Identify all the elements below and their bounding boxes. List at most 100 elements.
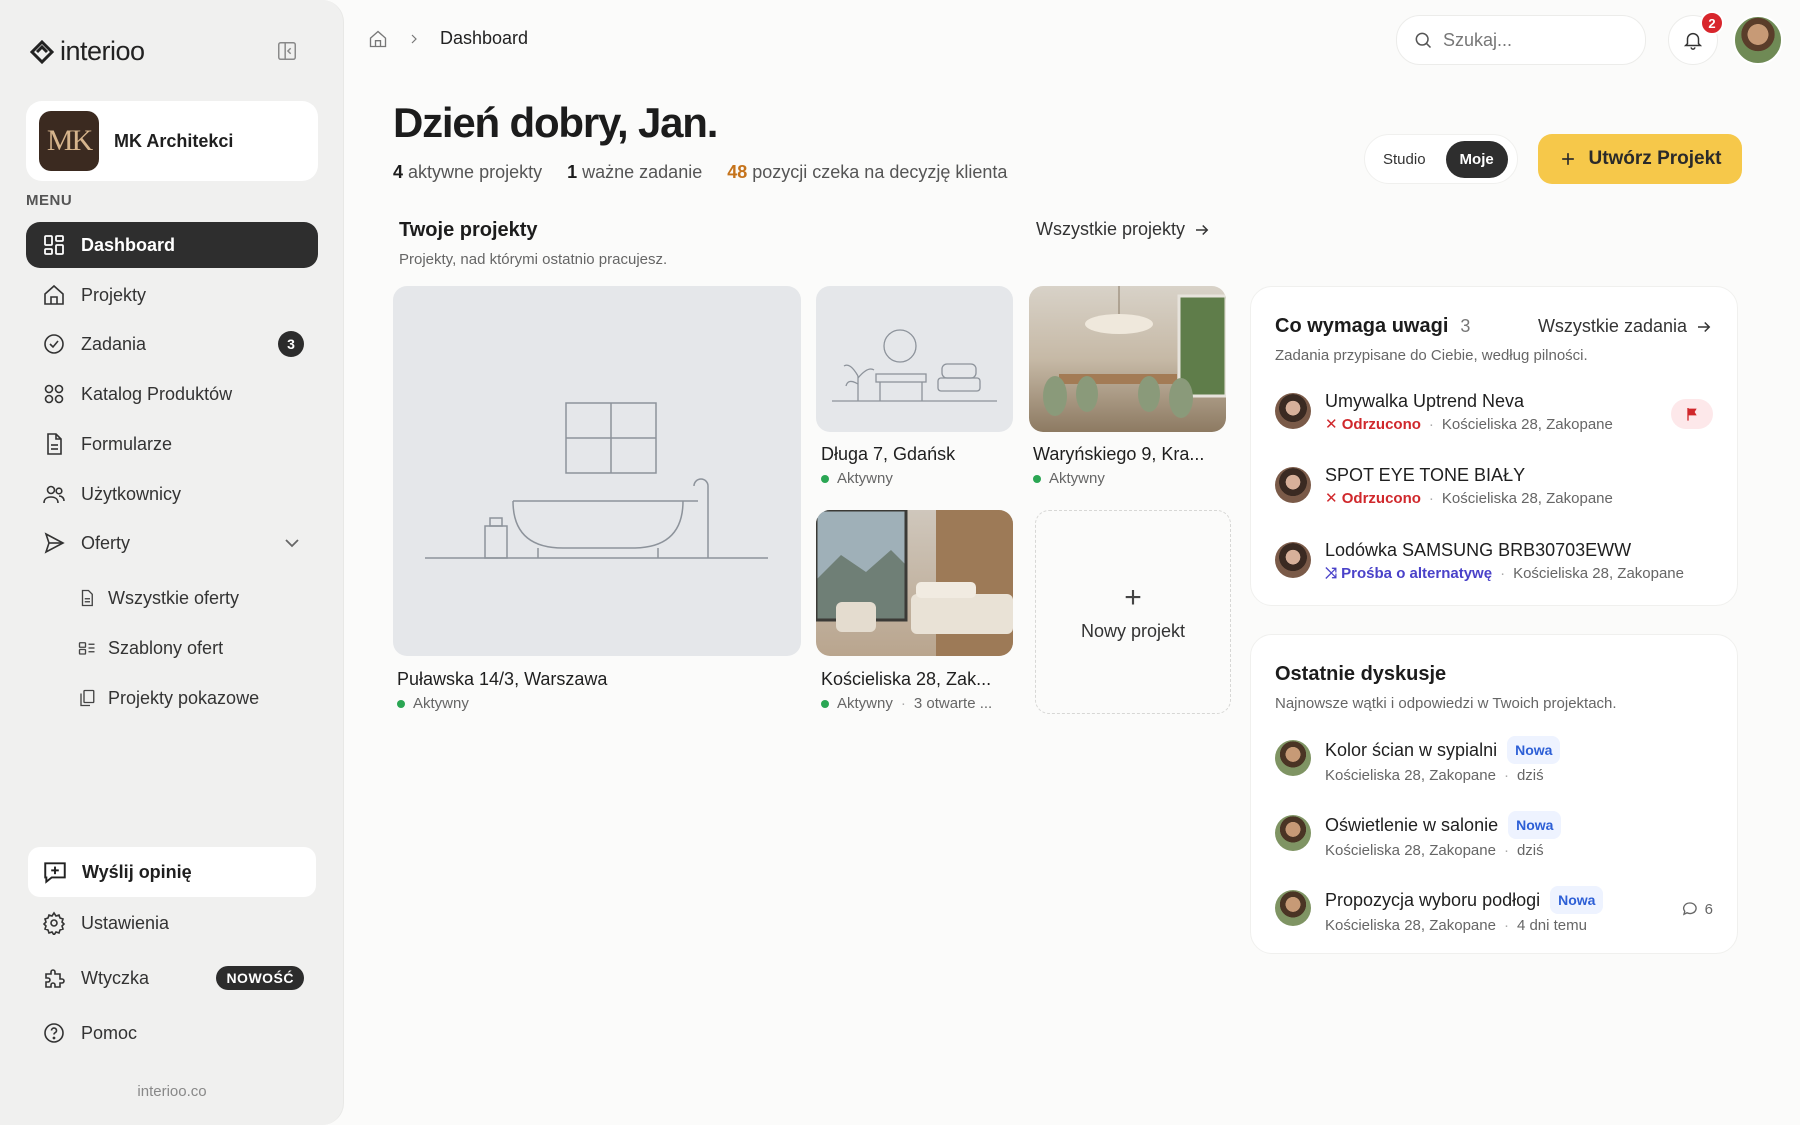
task-row[interactable]: SPOT EYE TONE BIAŁY ✕ Odrzucono · Kościeli… <box>1275 463 1713 511</box>
home-icon[interactable] <box>368 29 388 49</box>
gear-icon <box>42 911 66 935</box>
discussion-location: Kościeliska 28, Zakopane <box>1325 767 1496 784</box>
nav-oferty-label: Oferty <box>81 532 131 553</box>
project-name[interactable]: Puławska 14/3, Warszawa <box>397 669 607 690</box>
project-name[interactable]: Kościeliska 28, Zak... <box>821 669 991 690</box>
view-toggle: Studio Moje <box>1364 134 1518 184</box>
discussions-subtitle: Najnowsze wątki i odpowiedzi w Twoich pr… <box>1275 695 1617 712</box>
sidebar-collapse-icon[interactable] <box>276 40 298 62</box>
comment-icon <box>1682 902 1697 916</box>
projects-title: Twoje projekty <box>399 219 538 241</box>
nav-katalog[interactable]: Katalog Produktów <box>26 371 318 417</box>
home-icon <box>44 284 64 305</box>
help-icon <box>44 1023 64 1043</box>
task-location: Kościeliska 28, Zakopane <box>1441 490 1613 507</box>
attention-subtitle: Zadania przypisane do Ciebie, według pil… <box>1275 347 1588 364</box>
grid-icon <box>44 384 64 404</box>
avatar <box>1275 815 1311 851</box>
nav-projekty[interactable]: Projekty <box>26 272 318 318</box>
task-location: Kościeliska 28, Zakopane <box>1441 416 1613 433</box>
sidebar: interioo MK MK Architekci MENU Dashboard… <box>0 0 344 1125</box>
breadcrumb: Dashboard <box>368 28 528 49</box>
nav-sub-showcase[interactable]: Projekty pokazowe <box>78 678 259 718</box>
nav-settings[interactable]: Ustawienia <box>26 900 318 946</box>
all-projects-link[interactable]: Wszystkie projekty <box>1036 219 1211 240</box>
user-avatar[interactable] <box>1733 15 1783 65</box>
project-thumbnail[interactable] <box>816 510 1013 656</box>
nav-help[interactable]: Pomoc <box>26 1010 318 1056</box>
discussion-row[interactable]: Kolor ścian w sypialni Nowa Kościeliska 2… <box>1275 736 1713 788</box>
plus-icon <box>1562 153 1575 165</box>
nav-katalog-label: Katalog Produktów <box>81 383 233 404</box>
task-row[interactable]: Lodówka SAMSUNG BRB30703EWW ⤨ Prośba o a… <box>1275 538 1713 586</box>
create-project-button[interactable]: Utwórz Projekt <box>1538 134 1742 184</box>
nav-dashboard[interactable]: Dashboard <box>26 222 318 268</box>
task-row[interactable]: Umywalka Uptrend Neva ✕ Odrzucono · Koście… <box>1275 389 1713 437</box>
users-icon <box>43 485 65 504</box>
nav-plugin[interactable]: Wtyczka NOWOŚĆ <box>26 955 318 1001</box>
search-box[interactable] <box>1396 15 1646 65</box>
new-project-label: Nowy projekt <box>1080 620 1186 641</box>
toggle-mine[interactable]: Moje <box>1445 140 1508 178</box>
logo[interactable]: interioo <box>30 36 145 67</box>
project-thumbnail[interactable] <box>1029 286 1226 432</box>
task-product: Lodówka SAMSUNG BRB30703EWW <box>1325 540 1632 560</box>
nav-sub-all-offers[interactable]: Wszystkie oferty <box>78 578 239 618</box>
nav-zadania[interactable]: Zadania 3 <box>26 321 318 367</box>
project-name[interactable]: Waryńskiego 9, Kra... <box>1033 444 1204 465</box>
search-input[interactable] <box>1443 29 1613 51</box>
stat-active-projects: 4 aktywne projekty <box>393 162 543 182</box>
stat-pending-decisions: 48 pozycji czeka na decyzję klienta <box>727 162 1008 182</box>
chevron-down-icon[interactable] <box>280 531 304 555</box>
project-thumbnail[interactable] <box>393 286 801 656</box>
dining-room-photo <box>1043 286 1226 418</box>
discussion-location: Kościeliska 28, Zakopane <box>1325 917 1496 934</box>
bell-icon <box>1683 32 1703 50</box>
discussion-row[interactable]: Propozycja wyboru podłogi Nowa Kościelisk… <box>1275 886 1713 938</box>
avatar <box>1275 393 1311 429</box>
nav-sub-templates[interactable]: Szablony ofert <box>78 628 223 668</box>
project-status: Aktywny <box>821 470 893 487</box>
send-feedback-button[interactable]: Wyślij opinię <box>28 847 316 897</box>
org-switcher[interactable]: MK MK Architekci <box>26 101 318 181</box>
plus-icon: + <box>1124 580 1142 614</box>
chevron-right-icon <box>411 34 417 43</box>
all-tasks-link[interactable]: Wszystkie zadania <box>1538 316 1713 337</box>
nav-projekty-label: Projekty <box>81 284 147 305</box>
discussion-time: 4 dni temu <box>1516 917 1587 934</box>
discussion-row[interactable]: Oświetlenie w salonie Nowa Kościeliska 28… <box>1275 811 1713 863</box>
nav-uzytkownicy[interactable]: Użytkownicy <box>26 471 318 517</box>
search-icon <box>1415 32 1432 49</box>
notifications-count-badge: 2 <box>1700 11 1724 35</box>
page-greeting: Dzień dobry, Jan. <box>393 99 718 146</box>
new-project-card[interactable]: + Nowy projekt <box>1035 510 1231 714</box>
urgent-flag-icon[interactable] <box>1671 399 1713 429</box>
room-illustration <box>832 329 997 402</box>
project-thumbnail[interactable] <box>816 286 1013 432</box>
nav-oferty[interactable]: Oferty <box>26 520 318 566</box>
new-tag: Nowa <box>1508 811 1562 839</box>
nav-formularze[interactable]: Formularze <box>26 421 318 467</box>
discussion-topic: Oświetlenie w salonie <box>1325 815 1499 835</box>
nav-uzytkownicy-label: Użytkownicy <box>81 483 182 504</box>
discussions-title: Ostatnie dyskusje <box>1275 663 1447 685</box>
logo-text: interioo <box>60 36 145 66</box>
discussion-location: Kościeliska 28, Zakopane <box>1325 842 1496 859</box>
attention-count: 3 <box>1460 316 1471 336</box>
avatar <box>1275 542 1311 578</box>
new-tag: Nowa <box>1507 736 1561 764</box>
new-tag: Nowa <box>1550 886 1604 914</box>
project-name[interactable]: Długa 7, Gdańsk <box>821 444 955 465</box>
nav-help-label: Pomoc <box>81 1022 138 1043</box>
bedroom-photo <box>816 510 1013 656</box>
nav-sub-showcase-label: Projekty pokazowe <box>108 687 260 708</box>
comment-count[interactable]: 6 <box>1681 900 1713 918</box>
nav-zadania-label: Zadania <box>81 333 147 354</box>
footer-domain-link[interactable]: interioo.co <box>0 1083 344 1100</box>
menu-label: MENU <box>26 192 73 209</box>
copy-icon <box>80 689 95 707</box>
task-state-alternative: ⤨ Prośba o alternatywę <box>1325 565 1493 582</box>
toggle-studio[interactable]: Studio <box>1369 141 1440 178</box>
nav-settings-label: Ustawienia <box>81 912 170 933</box>
arrow-right-icon <box>1196 224 1209 235</box>
